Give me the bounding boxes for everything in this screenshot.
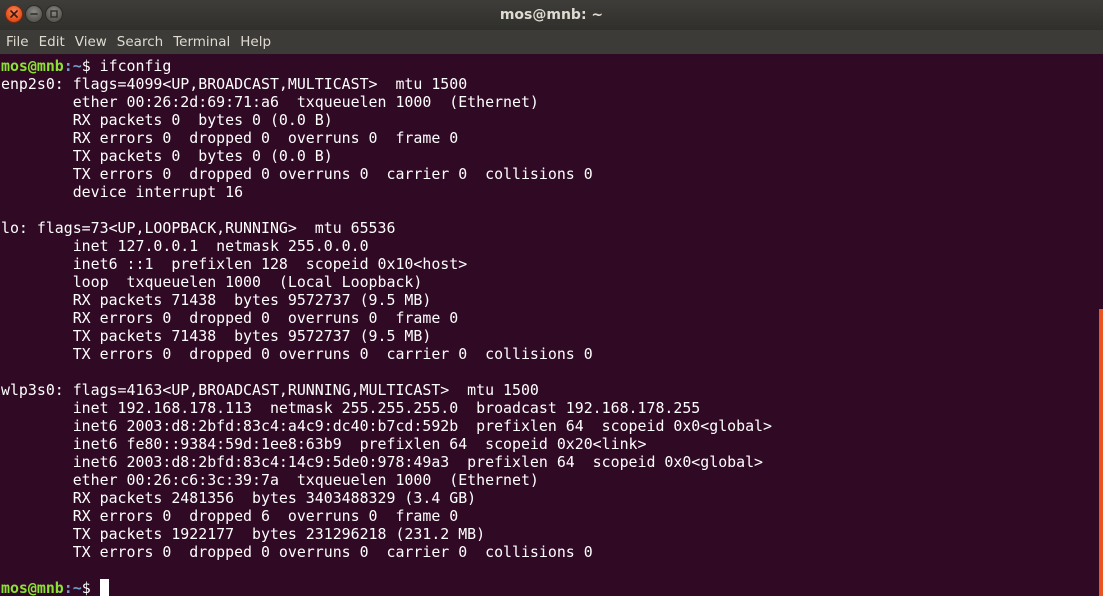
active-prompt-line[interactable]: mos@mnb:~$	[1, 579, 1095, 596]
output-line: TX packets 1922177 bytes 231296218 (231.…	[1, 525, 486, 543]
output-line: TX errors 0 dropped 0 overruns 0 carrier…	[1, 165, 593, 183]
close-icon	[10, 10, 18, 18]
output-line: RX errors 0 dropped 6 overruns 0 frame 0	[1, 507, 459, 525]
close-button[interactable]	[5, 5, 23, 23]
menu-terminal[interactable]: Terminal	[173, 32, 230, 52]
output-line: ether 00:26:c6:3c:39:7a txqueuelen 1000 …	[1, 471, 539, 489]
prompt-user-host: mos@mnb	[1, 579, 64, 596]
window-title: mos@mnb: ~	[499, 7, 604, 23]
menu-search[interactable]: Search	[117, 32, 163, 52]
menu-file[interactable]: File	[6, 32, 29, 52]
output-line: wlp3s0: flags=4163<UP,BROADCAST,RUNNING,…	[1, 381, 539, 399]
menu-help[interactable]: Help	[240, 32, 271, 52]
output-line: ether 00:26:2d:69:71:a6 txqueuelen 1000 …	[1, 93, 539, 111]
output-line: RX packets 71438 bytes 9572737 (9.5 MB)	[1, 291, 432, 309]
command-line: mos@mnb:~$ ifconfig	[1, 57, 1095, 75]
output-line: inet6 fe80::9384:59d:1ee8:63b9 prefixlen…	[1, 435, 647, 453]
output-line: lo: flags=73<UP,LOOPBACK,RUNNING> mtu 65…	[1, 219, 396, 237]
prompt-user-host: mos@mnb	[1, 57, 64, 75]
output-line: TX errors 0 dropped 0 overruns 0 carrier…	[1, 345, 593, 363]
output-line: TX errors 0 dropped 0 overruns 0 carrier…	[1, 543, 593, 561]
output-line: enp2s0: flags=4099<UP,BROADCAST,MULTICAS…	[1, 75, 468, 93]
output-line: TX packets 0 bytes 0 (0.0 B)	[1, 147, 333, 165]
menu-view[interactable]: View	[75, 32, 107, 52]
prompt-path: :~	[63, 579, 82, 596]
menu-edit[interactable]: Edit	[39, 32, 65, 52]
output-line: RX packets 2481356 bytes 3403488329 (3.4…	[1, 489, 477, 507]
output-line: device interrupt 16	[1, 183, 244, 201]
window-controls	[5, 5, 63, 23]
output-line: inet6 2003:d8:2bfd:83c4:a4c9:dc40:b7cd:5…	[1, 417, 772, 435]
prompt-symbol: $	[81, 57, 100, 75]
prompt-path: :~	[63, 57, 82, 75]
command-text: ifconfig	[99, 57, 172, 75]
output-line: inet 127.0.0.1 netmask 255.0.0.0	[1, 237, 369, 255]
minimize-button[interactable]	[25, 5, 43, 23]
menu-bar: File Edit View Search Terminal Help	[0, 30, 1103, 54]
text-cursor	[99, 579, 109, 596]
prompt-symbol: $	[81, 579, 100, 596]
terminal-window: mos@mnb: ~ File Edit View Search Termina…	[0, 0, 1103, 596]
output-line: loop txqueuelen 1000 (Local Loopback)	[1, 273, 423, 291]
title-bar[interactable]: mos@mnb: ~	[0, 0, 1103, 30]
minimize-icon	[30, 13, 38, 15]
maximize-icon	[50, 10, 58, 18]
output-line: inet6 2003:d8:2bfd:83c4:14c9:5de0:978:49…	[1, 453, 764, 471]
terminal-output-area[interactable]: mos@mnb:~$ ifconfig enp2s0: flags=4099<U…	[0, 55, 1095, 596]
maximize-button[interactable]	[45, 5, 63, 23]
scrollbar[interactable]	[1099, 309, 1103, 596]
output-line: inet 192.168.178.113 netmask 255.255.255…	[1, 399, 701, 417]
output-line: inet6 ::1 prefixlen 128 scopeid 0x10<hos…	[1, 255, 468, 273]
output-line: RX errors 0 dropped 0 overruns 0 frame 0	[1, 129, 459, 147]
output-line: RX packets 0 bytes 0 (0.0 B)	[1, 111, 333, 129]
command-output: enp2s0: flags=4099<UP,BROADCAST,MULTICAS…	[1, 75, 1095, 579]
output-line: RX errors 0 dropped 0 overruns 0 frame 0	[1, 309, 459, 327]
output-line: TX packets 71438 bytes 9572737 (9.5 MB)	[1, 327, 432, 345]
